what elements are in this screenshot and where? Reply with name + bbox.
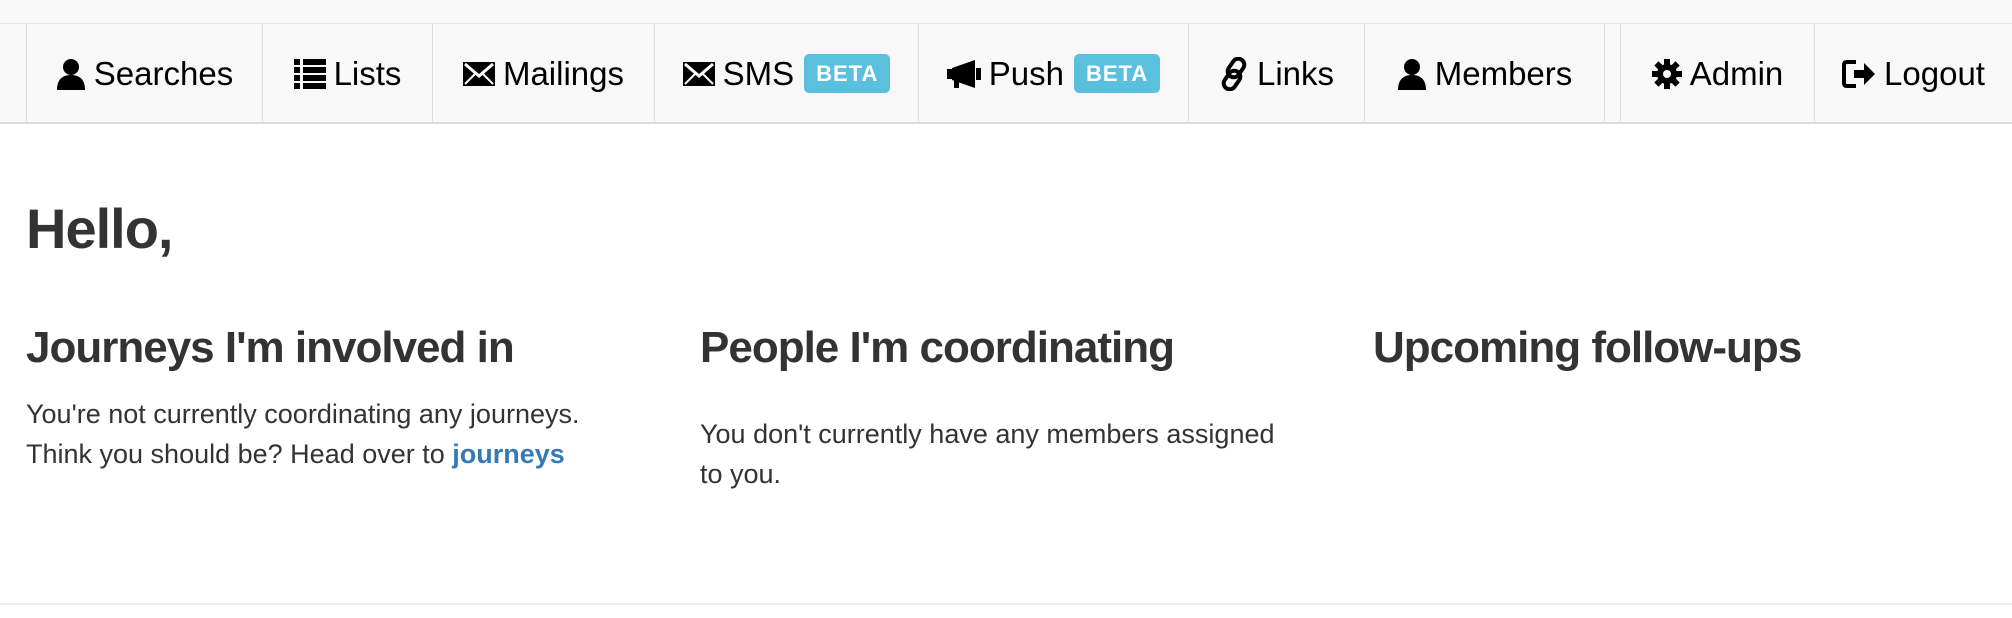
nav-sms-label: SMS [722, 54, 795, 92]
user-icon [1397, 58, 1427, 90]
nav-admin[interactable]: Admin [1620, 24, 1814, 123]
nav-logout[interactable]: Logout [1814, 24, 2012, 123]
link-icon [1219, 56, 1249, 91]
nav-lists[interactable]: Lists [262, 24, 432, 123]
nav-push-label: Push [988, 54, 1064, 92]
nav-links-label: Links [1256, 54, 1335, 92]
nav-members-label: Members [1434, 54, 1573, 92]
envelope-icon [682, 61, 715, 86]
navbar-group-divider [1604, 24, 1605, 123]
followups-heading: Upcoming follow-ups [1373, 323, 1802, 372]
footer-divider [0, 603, 2012, 605]
push-beta-badge: BETA [1073, 54, 1161, 93]
nav-lists-label: Lists [333, 54, 402, 92]
nav-sms[interactable]: SMS BETA [654, 24, 918, 123]
people-heading: People I'm coordinating [700, 323, 1175, 372]
bullhorn-icon [946, 59, 981, 88]
list-icon [293, 58, 326, 89]
journeys-panel: Journeys I'm involved in You're not curr… [26, 322, 646, 474]
nav-links[interactable]: Links [1188, 24, 1364, 123]
nav-searches-label: Searches [93, 54, 234, 92]
nav-mailings[interactable]: Mailings [432, 24, 654, 123]
nav-push[interactable]: Push BETA [918, 24, 1188, 123]
journeys-heading: Journeys I'm involved in [26, 323, 515, 372]
user-icon [56, 58, 86, 90]
greeting-heading: Hello, [26, 197, 173, 260]
envelope-icon [462, 61, 495, 86]
sms-beta-badge: BETA [804, 54, 891, 93]
logout-icon [1842, 59, 1876, 89]
nav-mailings-label: Mailings [502, 54, 625, 92]
top-strip [0, 0, 2012, 23]
journeys-text: You're not currently coordinating any jo… [26, 394, 646, 474]
gear-icon [1651, 58, 1682, 89]
journeys-link[interactable]: journeys [452, 439, 565, 469]
people-panel: People I'm coordinating You don't curren… [700, 322, 1320, 494]
nav-logout-label: Logout [1884, 54, 1985, 92]
nav-members[interactable]: Members [1364, 24, 1604, 123]
nav-searches[interactable]: Searches [26, 24, 262, 123]
followups-panel: Upcoming follow-ups [1373, 322, 1993, 374]
main-navbar: Searches Lists Mailings SMS BETA Push BE… [0, 23, 2012, 124]
people-text: You don't currently have any members ass… [700, 419, 1275, 489]
nav-admin-label: Admin [1689, 54, 1784, 92]
